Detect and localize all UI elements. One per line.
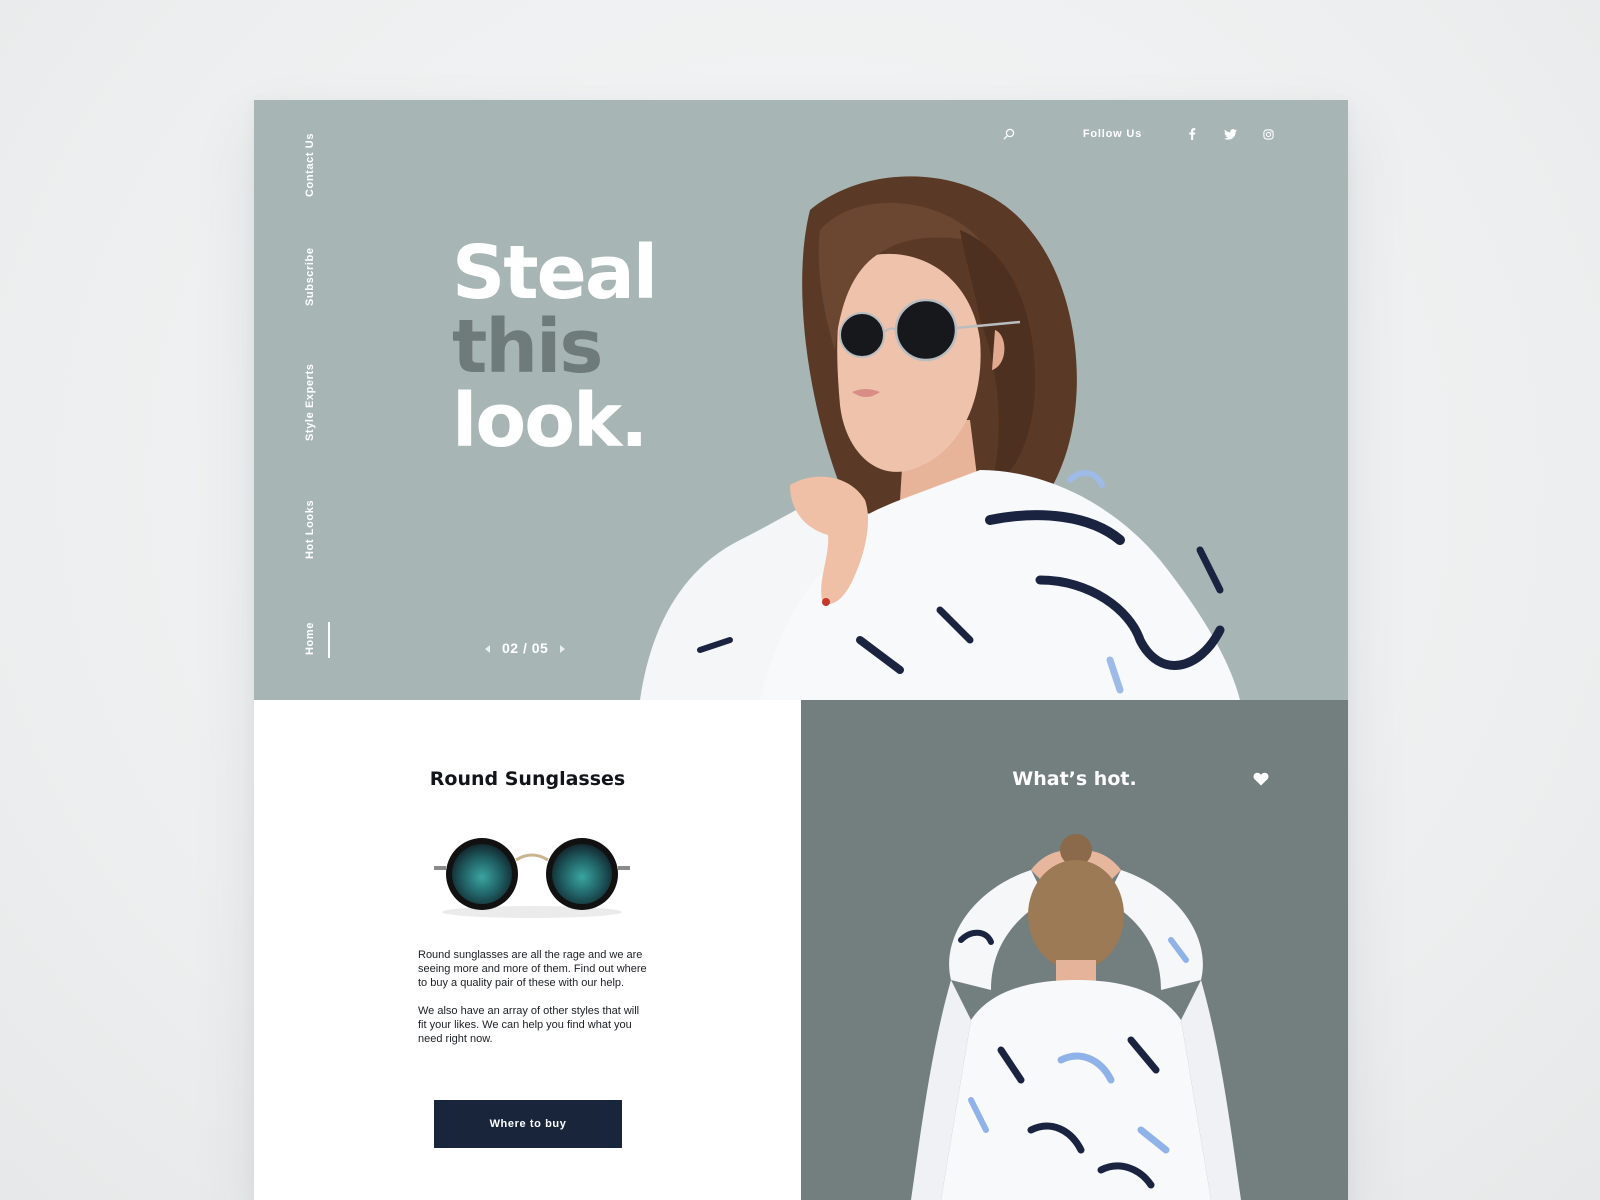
facebook-icon[interactable] — [1182, 124, 1202, 144]
where-to-buy-button[interactable]: Where to buy — [434, 1100, 622, 1148]
headline-line-1: Steal — [452, 230, 658, 316]
headline-line-2: this — [452, 304, 603, 390]
follow-us-label: Follow Us — [1082, 128, 1142, 140]
active-nav-indicator — [328, 622, 330, 658]
page-background: Contact Us Subscribe Style Experts Hot L… — [0, 0, 1600, 1200]
side-navigation: Contact Us Subscribe Style Experts Hot L… — [304, 130, 332, 670]
prev-arrow-icon[interactable] — [482, 642, 492, 654]
search-icon[interactable] — [999, 124, 1019, 144]
instagram-icon[interactable] — [1258, 124, 1278, 144]
product-paragraph-1: Round sunglasses are all the rage and we… — [418, 949, 647, 989]
slide-pager: 02 / 05 — [482, 640, 568, 656]
product-section: Round Sunglasses Round sunglasses are al… — [254, 700, 801, 1200]
nav-item-subscribe[interactable]: Subscribe — [304, 246, 332, 308]
whats-hot-model-photo — [911, 834, 1241, 1200]
top-bar: Follow Us — [999, 124, 1278, 144]
nav-item-style-experts[interactable]: Style Experts — [304, 362, 332, 442]
hero-headline: Steal this look. — [452, 230, 658, 464]
product-description: Round sunglasses are all the rage and we… — [418, 948, 648, 1046]
next-arrow-icon[interactable] — [558, 642, 568, 654]
product-title: Round Sunglasses — [429, 768, 626, 790]
landing-page-frame: Contact Us Subscribe Style Experts Hot L… — [254, 100, 1348, 1200]
twitter-icon[interactable] — [1220, 124, 1240, 144]
heart-icon[interactable] — [1253, 772, 1269, 786]
headline-line-3: look. — [452, 378, 648, 464]
hero-model-photo — [640, 176, 1240, 700]
slide-counter: 02 / 05 — [502, 640, 549, 656]
whats-hot-section: What’s hot. — [801, 700, 1348, 1200]
hero-section: Contact Us Subscribe Style Experts Hot L… — [254, 100, 1348, 700]
nav-item-contact-us[interactable]: Contact Us — [304, 130, 332, 200]
product-paragraph-2: We also have an array of other styles th… — [418, 1005, 640, 1045]
nav-item-hot-looks[interactable]: Hot Looks — [304, 498, 332, 560]
round-sunglasses-image — [434, 838, 630, 918]
